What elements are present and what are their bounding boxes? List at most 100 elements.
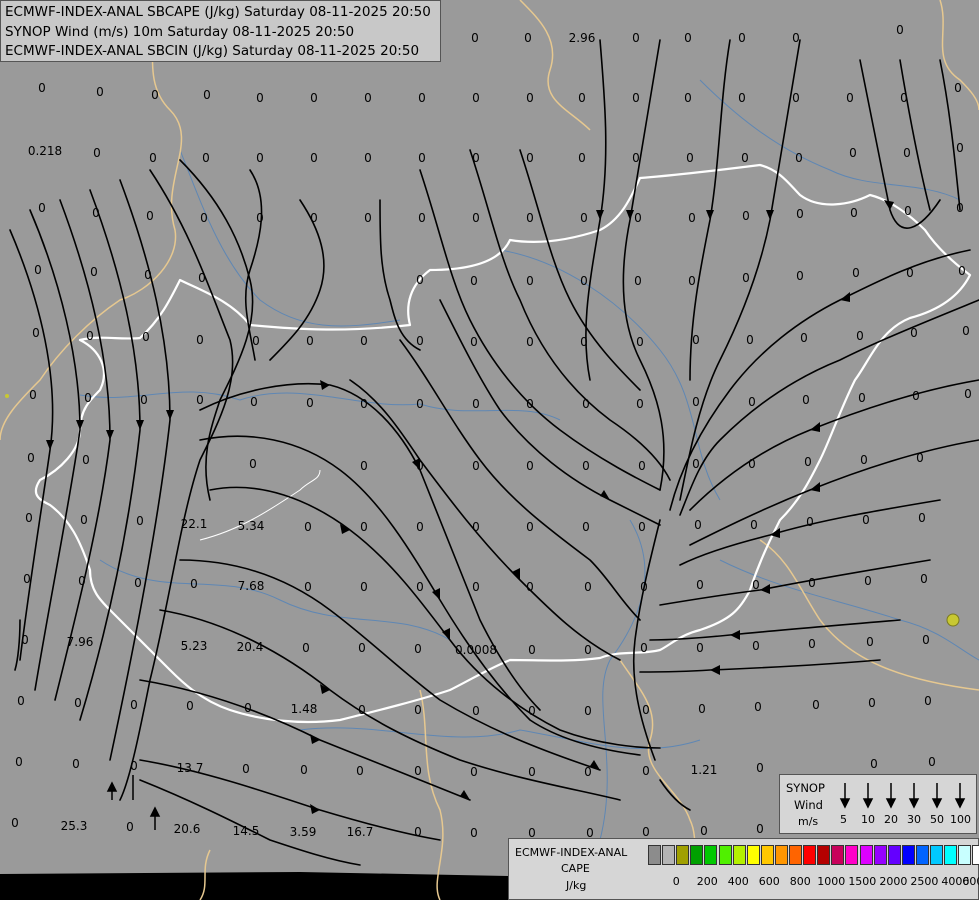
map-value-label: 0	[896, 23, 904, 37]
map-value-label: 0	[900, 91, 908, 105]
map-value-label: 0	[310, 151, 318, 165]
map-value-label: 0	[642, 703, 650, 717]
cape-swatch	[915, 845, 929, 865]
map-value-label: 0	[130, 698, 138, 712]
map-value-label: 0	[90, 265, 98, 279]
map-value-label: 0.218	[28, 144, 62, 158]
map-value-label: 1.48	[291, 702, 318, 716]
map-value-label: 0	[310, 91, 318, 105]
map-value-label: 0	[23, 572, 31, 586]
map-value-label: 13.7	[177, 761, 204, 775]
map-value-label: 0	[700, 824, 708, 838]
map-value-label: 0	[310, 211, 318, 225]
map-value-label: 0	[636, 397, 644, 411]
cape-tick-label: 1000	[817, 875, 846, 888]
map-value-label: 0	[796, 207, 804, 221]
synop-speed-30: 30	[907, 813, 921, 826]
map-value-label: 0	[82, 453, 90, 467]
map-value-label: 0	[640, 580, 648, 594]
map-value-label: 0	[526, 397, 534, 411]
map-value-label: 0	[78, 574, 86, 588]
map-value-label: 0	[472, 704, 480, 718]
map-value-label: 0	[134, 576, 142, 590]
map-canvas[interactable]: 2.96 0 0 0 0 0 0 0 0 0 0 0 0 0 0 0 0 0 0 0 0 0 0 0 0 0 0.218 0 0 0 0 0 0…	[0, 0, 979, 900]
map-value-label: 0	[472, 580, 480, 594]
cape-swatch	[732, 845, 746, 865]
map-value-label: 0	[416, 520, 424, 534]
map-value-label: 0	[32, 326, 40, 340]
map-value-label: 0	[528, 765, 536, 779]
map-value-label: 0	[250, 395, 258, 409]
map-value-label: 2.96	[569, 31, 596, 45]
synop-speed-10: 10	[861, 813, 875, 826]
map-value-label: 0	[752, 639, 760, 653]
map-value-label: 0	[196, 393, 204, 407]
map-value-label: 0	[244, 701, 252, 715]
map-value-label: 0	[86, 329, 94, 343]
map-value-label: 0	[584, 580, 592, 594]
cape-swatch	[774, 845, 788, 865]
map-value-label: 0	[584, 704, 592, 718]
map-value-label: 0	[860, 453, 868, 467]
map-value-label: 0	[866, 635, 874, 649]
map-value-label: 0	[686, 151, 694, 165]
map-value-label: 7.96	[67, 635, 94, 649]
map-value-label: 0	[526, 580, 534, 594]
map-value-label: 0	[802, 393, 810, 407]
map-value-label: 0	[849, 146, 857, 160]
map-value-label: 0	[526, 151, 534, 165]
map-value-label: 0	[190, 577, 198, 591]
map-value-label: 0	[698, 702, 706, 716]
map-value-label: 0	[34, 263, 42, 277]
map-value-label: 0	[360, 520, 368, 534]
map-value-label: 0	[526, 211, 534, 225]
cape-legend-unit: J/kg	[566, 879, 587, 892]
synop-legend-arrows	[839, 783, 966, 809]
map-background	[0, 0, 979, 900]
map-value-label: 0	[920, 572, 928, 586]
map-value-label: 0	[304, 580, 312, 594]
map-value-label: 0	[72, 757, 80, 771]
title-sbcape: ECMWF-INDEX-ANAL SBCAPE (J/kg) Saturday …	[5, 4, 431, 20]
map-value-label: 0	[25, 511, 33, 525]
map-value-label: 0	[524, 31, 532, 45]
map-value-label: 0	[796, 269, 804, 283]
synop-speed-50: 50	[930, 813, 944, 826]
cape-swatch	[746, 845, 760, 865]
map-value-label: 0	[38, 81, 46, 95]
cape-swatch	[901, 845, 915, 865]
map-value-label: 0	[642, 764, 650, 778]
cape-swatch	[662, 845, 676, 865]
map-value-label: 0	[29, 388, 37, 402]
synop-legend-title: SYNOP	[786, 781, 825, 795]
cape-legend-subtitle: CAPE	[561, 862, 590, 875]
synop-legend-unit: m/s	[798, 815, 819, 828]
map-value-label: 0	[795, 151, 803, 165]
map-value-label: 0	[526, 459, 534, 473]
cape-swatch	[930, 845, 944, 865]
map-value-label: 0	[252, 334, 260, 348]
map-value-label: 0	[580, 274, 588, 288]
map-value-label: 0	[748, 457, 756, 471]
cape-swatch	[873, 845, 887, 865]
map-value-label: 0	[249, 457, 257, 471]
map-value-label: 0	[903, 146, 911, 160]
cape-swatch	[803, 845, 817, 865]
map-value-label: 0	[74, 696, 82, 710]
map-value-label: 0	[692, 333, 700, 347]
map-value-label: 0	[958, 264, 966, 278]
map-value-label: 0	[364, 151, 372, 165]
cape-tick-label: 1500	[848, 875, 877, 888]
black-region-bottom	[0, 872, 508, 900]
map-value-label: 0	[684, 31, 692, 45]
map-value-label: 0	[256, 151, 264, 165]
map-value-label: 14.5	[233, 824, 260, 838]
map-value-label: 0	[470, 274, 478, 288]
map-value-label: 0	[692, 395, 700, 409]
map-value-label: 0	[526, 274, 534, 288]
weather-map[interactable]: 2.96 0 0 0 0 0 0 0 0 0 0 0 0 0 0 0 0 0 0 0 0 0 0 0 0 0 0.218 0 0 0 0 0 0…	[0, 0, 979, 900]
cape-swatch	[789, 845, 803, 865]
cape-swatch	[648, 845, 662, 865]
map-value-label: 0	[92, 206, 100, 220]
map-value-label: 0	[526, 91, 534, 105]
